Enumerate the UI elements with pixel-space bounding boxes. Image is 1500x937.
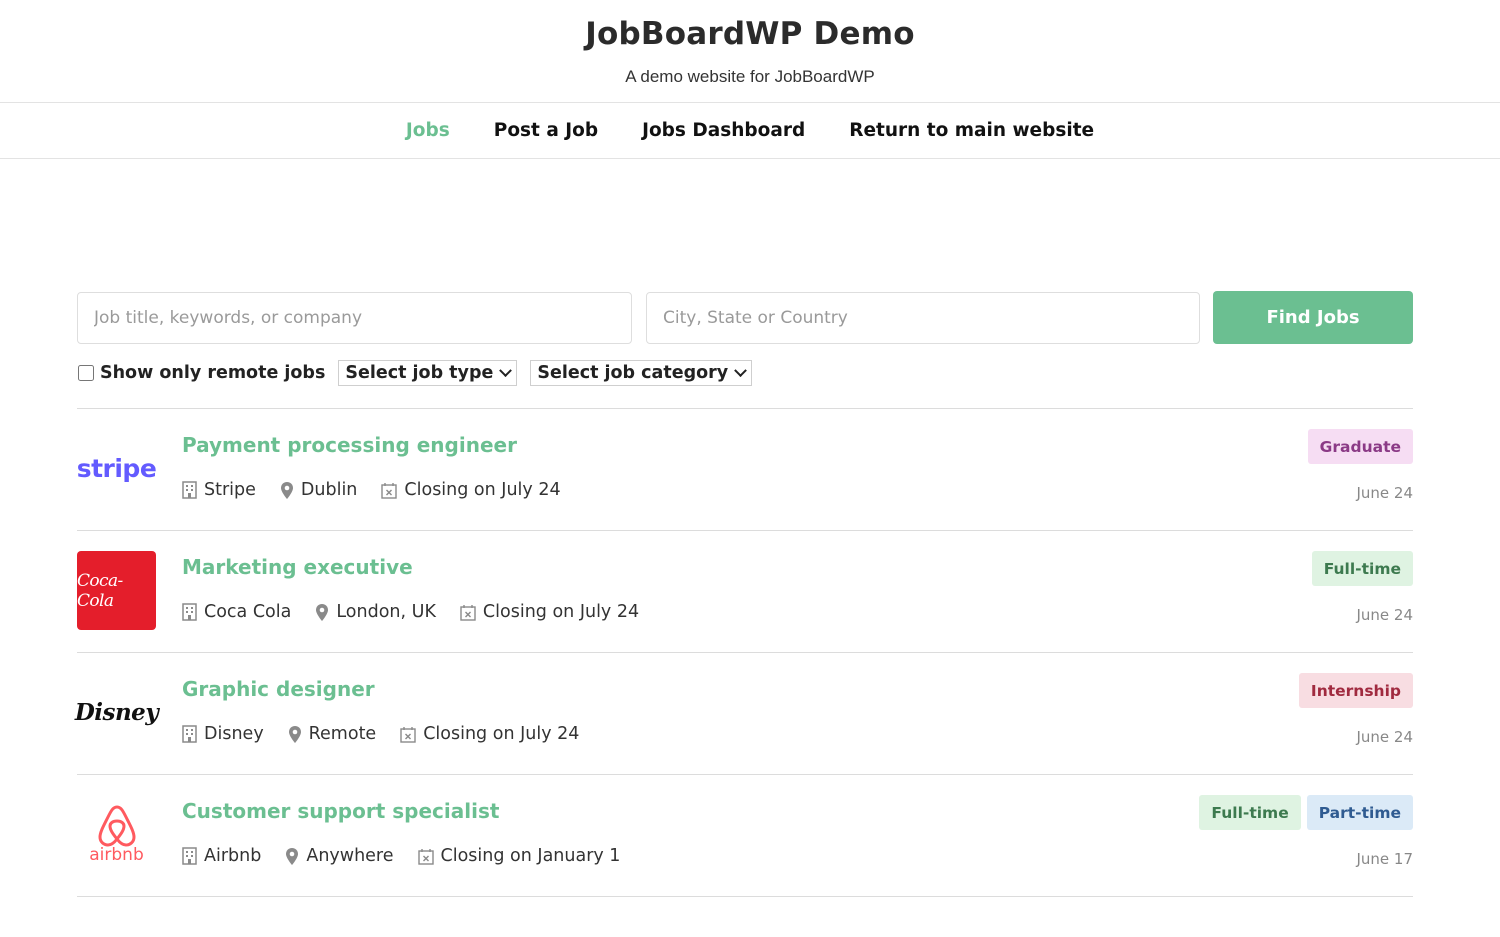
job-category-select-value: Select job category <box>537 363 729 383</box>
job-type-badge[interactable]: Graduate <box>1307 429 1413 464</box>
nav-return-main-website[interactable]: Return to main website <box>849 120 1094 141</box>
company-logo-coca-cola: Coca-Cola <box>77 551 156 630</box>
job-type-select-value: Select job type <box>345 363 494 383</box>
job-row: airbnb Customer support specialist Airbn… <box>77 775 1413 897</box>
building-icon <box>182 725 197 743</box>
coca-cola-logo-text: Coca-Cola <box>77 570 123 611</box>
map-pin-icon <box>286 847 299 865</box>
job-closing-date: Closing on July 24 <box>404 480 561 500</box>
calendar-x-icon <box>460 604 476 621</box>
job-closing: Closing on July 24 <box>400 724 579 744</box>
job-location-name: Dublin <box>300 480 358 500</box>
job-type-badges: Graduate <box>1307 429 1413 464</box>
job-title[interactable]: Customer support specialist <box>182 799 499 823</box>
job-closing: Closing on July 24 <box>460 602 639 622</box>
job-meta: Disney Remote Closing on July 24 <box>182 724 603 744</box>
job-closing-date: Closing on July 24 <box>423 724 580 744</box>
job-type-badge[interactable]: Internship <box>1298 673 1413 708</box>
chevron-down-icon <box>499 363 513 377</box>
job-company-name: Stripe <box>204 480 256 500</box>
job-row: stripe Payment processing engineer Strip… <box>77 409 1413 531</box>
job-title[interactable]: Marketing executive <box>182 555 413 579</box>
chevron-down-icon <box>734 363 748 377</box>
job-row: Coca-Cola Marketing executive Coca Cola … <box>77 531 1413 653</box>
job-location: Remote <box>288 724 377 744</box>
job-closing: Closing on January 1 <box>417 846 621 866</box>
job-type-select[interactable]: Select job type <box>338 360 518 386</box>
job-posted-date: June 24 <box>1356 728 1413 746</box>
site-title[interactable]: JobBoardWP Demo <box>0 0 1500 53</box>
job-meta: Stripe Dublin Closing on July 24 <box>182 480 585 500</box>
nav-post-a-job[interactable]: Post a Job <box>494 120 598 141</box>
job-posted-date: June 24 <box>1356 484 1413 502</box>
job-type-badges: Internship <box>1298 673 1413 708</box>
company-logo-disney: Disney <box>74 673 159 752</box>
job-company: Coca Cola <box>182 602 291 622</box>
building-icon <box>182 603 197 621</box>
keywords-input[interactable] <box>77 292 632 344</box>
job-row: Disney Graphic designer Disney Remote Cl… <box>74 653 1413 775</box>
nav-jobs-dashboard[interactable]: Jobs Dashboard <box>642 120 805 141</box>
building-icon <box>182 847 197 865</box>
job-type-badge[interactable]: Part-time <box>1306 795 1413 830</box>
job-list: stripe Payment processing engineer Strip… <box>74 408 1413 897</box>
job-closing-date: Closing on July 24 <box>482 602 640 622</box>
job-closing-date: Closing on January 1 <box>440 846 621 866</box>
job-location: London, UK <box>315 602 436 622</box>
airbnb-logo-text: airbnb <box>89 845 144 865</box>
job-location: Dublin <box>280 480 358 500</box>
map-pin-icon <box>288 725 301 743</box>
remote-only-label[interactable]: Show only remote jobs <box>100 363 325 383</box>
job-type-badges: Full-time Part-time <box>1199 795 1413 830</box>
location-input[interactable] <box>646 292 1200 344</box>
job-title[interactable]: Graphic designer <box>182 677 375 701</box>
job-meta: Coca Cola London, UK Closing on July 24 <box>182 602 663 622</box>
site-header: JobBoardWP Demo A demo website for JobBo… <box>0 0 1500 103</box>
job-type-badges: Full-time <box>1311 551 1413 586</box>
company-logo-airbnb: airbnb <box>77 795 156 874</box>
calendar-x-icon <box>400 726 416 743</box>
search-bar: Find Jobs <box>77 291 1413 344</box>
airbnb-belo-icon <box>97 805 136 847</box>
site-tagline: A demo website for JobBoardWP <box>625 67 875 86</box>
job-meta: Airbnb Anywhere Closing on January 1 <box>182 846 644 866</box>
job-location-name: Anywhere <box>306 846 394 866</box>
job-category-select[interactable]: Select job category <box>530 360 753 386</box>
job-company-name: Airbnb <box>204 846 262 866</box>
calendar-x-icon <box>381 482 398 499</box>
filter-bar: Show only remote jobs Select job type Se… <box>77 360 753 386</box>
company-logo-stripe: stripe <box>76 429 157 508</box>
building-icon <box>182 481 197 499</box>
job-company: Stripe <box>182 480 256 500</box>
job-company: Disney <box>182 724 264 744</box>
job-type-badge[interactable]: Full-time <box>1311 551 1413 586</box>
map-pin-icon <box>280 481 293 499</box>
map-pin-icon <box>316 603 329 621</box>
job-posted-date: June 17 <box>1356 850 1413 868</box>
nav-jobs[interactable]: Jobs <box>406 120 450 141</box>
job-posted-date: June 24 <box>1356 606 1413 624</box>
remote-only-checkbox[interactable] <box>78 365 94 381</box>
job-location: Anywhere <box>285 846 394 866</box>
job-company: Airbnb <box>182 846 261 866</box>
job-company-name: Coca Cola <box>204 602 292 622</box>
disney-logo-text: Disney <box>74 699 159 726</box>
job-title[interactable]: Payment processing engineer <box>182 433 517 457</box>
calendar-x-icon <box>417 848 434 865</box>
job-location-name: London, UK <box>336 602 436 622</box>
job-location-name: Remote <box>308 724 377 744</box>
stripe-logo-text: stripe <box>76 454 157 483</box>
job-closing: Closing on July 24 <box>381 480 561 500</box>
main-nav: Jobs Post a Job Jobs Dashboard Return to… <box>0 103 1500 159</box>
find-jobs-button[interactable]: Find Jobs <box>1213 291 1413 344</box>
job-company-name: Disney <box>204 724 264 744</box>
job-type-badge[interactable]: Full-time <box>1199 795 1301 830</box>
